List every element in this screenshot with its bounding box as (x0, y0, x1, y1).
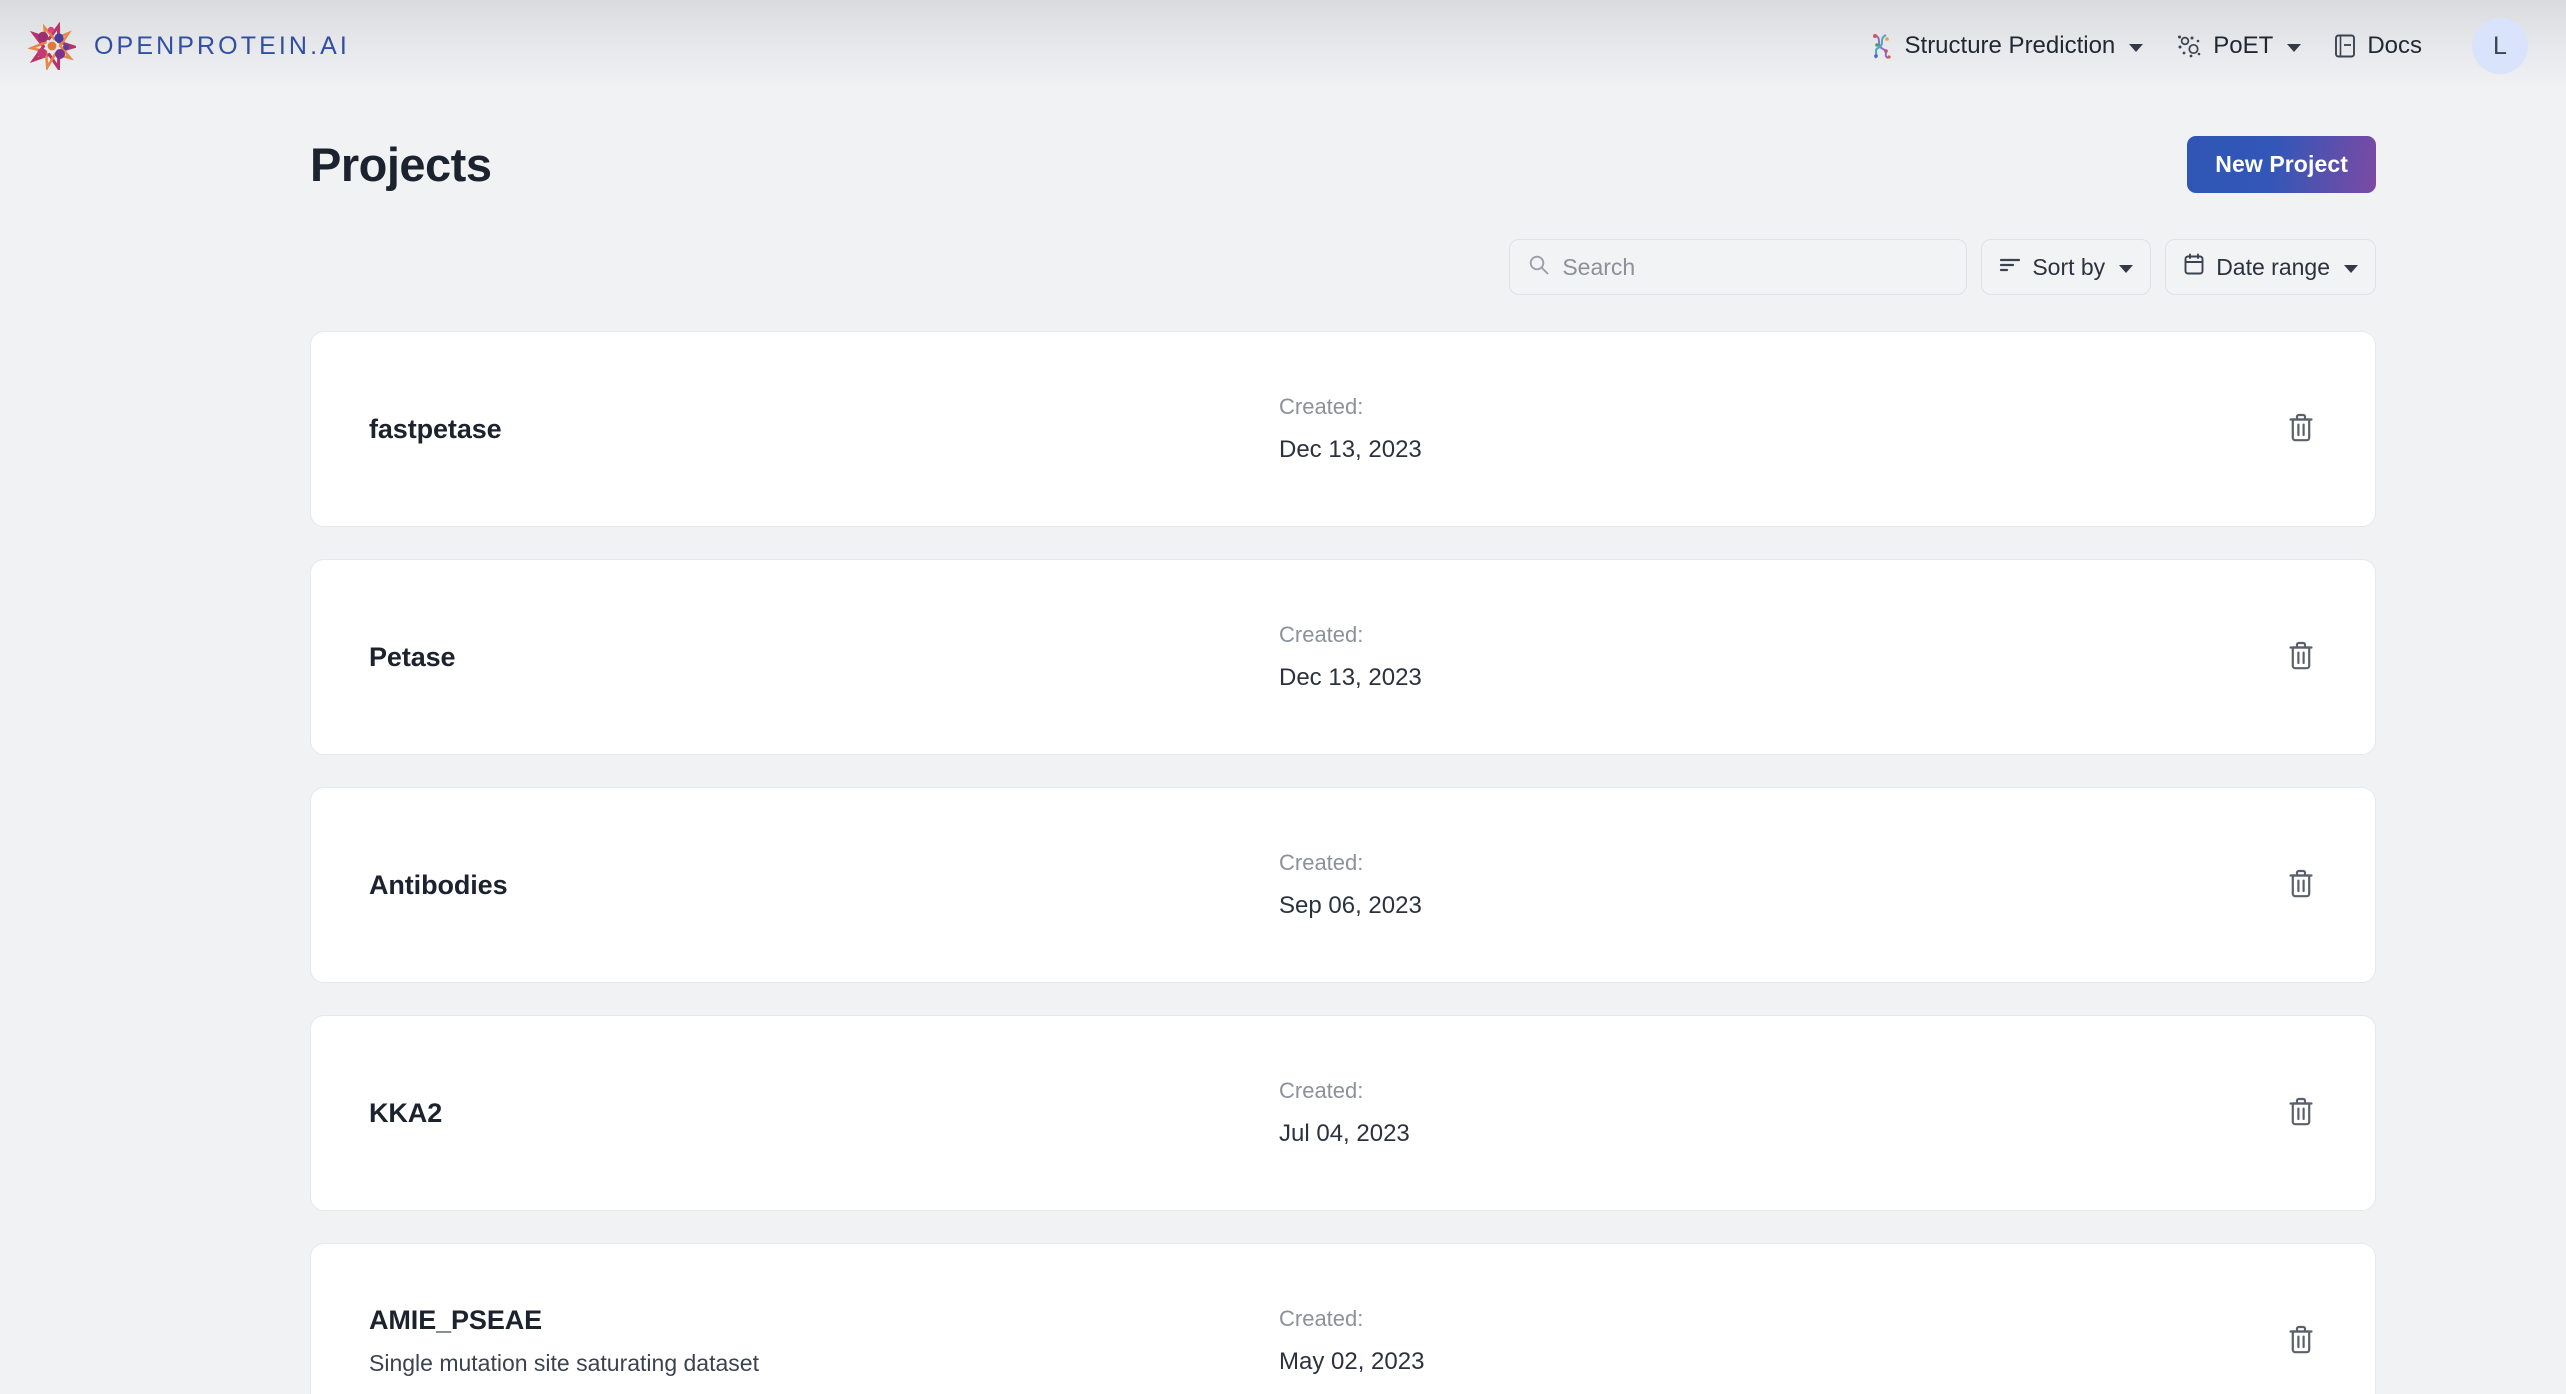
search-field[interactable] (1509, 239, 1968, 295)
chevron-down-icon (2344, 264, 2358, 273)
project-list: fastpetase Created: Dec 13, 2023 Petase … (190, 331, 2376, 1394)
nav-label-structure-prediction: Structure Prediction (1904, 32, 2116, 59)
sort-lines-icon (1999, 254, 2021, 281)
nav-item-structure-prediction[interactable]: Structure Prediction (1853, 22, 2160, 70)
page-title: Projects (310, 138, 492, 191)
avatar[interactable]: L (2472, 18, 2528, 74)
created-label: Created: (1279, 1306, 1364, 1331)
created-date: Dec 13, 2023 (1279, 664, 1422, 691)
app-header: OPENPROTEIN.AI Structure Prediction PoET… (0, 0, 2566, 92)
nav-label-docs: Docs (2367, 32, 2422, 59)
trash-icon (2286, 1324, 2316, 1359)
trash-icon (2286, 640, 2316, 675)
delete-project-button[interactable] (2273, 401, 2329, 457)
created-label: Created: (1279, 850, 1364, 875)
project-card[interactable]: Antibodies Created: Sep 06, 2023 (310, 787, 2376, 983)
project-card-main: Antibodies (369, 870, 1269, 901)
project-created-meta: Created: Dec 13, 2023 (1269, 394, 2273, 464)
chevron-down-icon (2129, 43, 2144, 52)
sort-by-label: Sort by (2032, 253, 2106, 280)
created-label: Created: (1279, 394, 1364, 419)
page-header-row: Projects New Project (190, 92, 2376, 193)
search-input[interactable] (1562, 253, 1949, 281)
brand-logo[interactable]: OPENPROTEIN.AI (26, 21, 350, 73)
created-label: Created: (1279, 622, 1364, 647)
delete-project-button[interactable] (2273, 1313, 2329, 1369)
project-name: Petase (369, 641, 456, 672)
nav-label-poet: PoET (2213, 32, 2274, 59)
delete-project-button[interactable] (2273, 857, 2329, 913)
created-date: May 02, 2023 (1279, 1348, 1425, 1375)
trash-icon (2286, 1096, 2316, 1131)
project-card-main: AMIE_PSEAE Single mutation site saturati… (369, 1305, 1269, 1377)
sort-by-button[interactable]: Sort by (1981, 239, 2152, 295)
nav-item-poet[interactable]: PoET (2159, 22, 2317, 70)
new-project-button[interactable]: New Project (2187, 136, 2376, 193)
openprotein-logo-icon (26, 21, 79, 73)
project-card-main: KKA2 (369, 1098, 1269, 1129)
project-card[interactable]: fastpetase Created: Dec 13, 2023 (310, 331, 2376, 527)
project-card[interactable]: Petase Created: Dec 13, 2023 (310, 559, 2376, 755)
project-created-meta: Created: May 02, 2023 (1269, 1306, 2273, 1376)
project-card-main: fastpetase (369, 414, 1269, 445)
project-card[interactable]: KKA2 Created: Jul 04, 2023 (310, 1015, 2376, 1211)
project-name: fastpetase (369, 413, 502, 444)
book-icon (2333, 33, 2357, 59)
molecule-dots-icon (2175, 32, 2203, 60)
project-created-meta: Created: Dec 13, 2023 (1269, 622, 2273, 692)
trash-icon (2286, 412, 2316, 447)
project-description: Single mutation site saturating dataset (369, 1350, 759, 1376)
avatar-initial: L (2493, 31, 2507, 60)
created-date: Jul 04, 2023 (1279, 1120, 1410, 1147)
search-icon (1528, 254, 1550, 281)
project-name: KKA2 (369, 1097, 443, 1128)
project-created-meta: Created: Sep 06, 2023 (1269, 850, 2273, 920)
chevron-down-icon (2119, 264, 2134, 273)
project-card[interactable]: AMIE_PSEAE Single mutation site saturati… (310, 1243, 2376, 1394)
brand-name: OPENPROTEIN.AI (94, 31, 350, 60)
delete-project-button[interactable] (2273, 629, 2329, 685)
main-navigation: Structure Prediction PoET Docs L (1853, 18, 2528, 74)
date-range-label: Date range (2216, 253, 2330, 280)
delete-project-button[interactable] (2273, 1085, 2329, 1141)
chevron-down-icon (2287, 43, 2302, 52)
calendar-icon (2183, 253, 2205, 282)
projects-toolbar: Sort by Date range (190, 239, 2376, 295)
protein-structure-icon (1869, 32, 1895, 60)
project-card-main: Petase (369, 642, 1269, 673)
created-date: Dec 13, 2023 (1279, 436, 1422, 463)
date-range-button[interactable]: Date range (2165, 239, 2376, 295)
project-name: Antibodies (369, 869, 508, 900)
created-label: Created: (1279, 1078, 1364, 1103)
trash-icon (2286, 868, 2316, 903)
created-date: Sep 06, 2023 (1279, 892, 1422, 919)
nav-item-docs[interactable]: Docs (2317, 22, 2438, 70)
project-created-meta: Created: Jul 04, 2023 (1269, 1078, 2273, 1148)
page-content: Projects New Project Sort by (0, 92, 2566, 1394)
project-name: AMIE_PSEAE (369, 1305, 543, 1335)
